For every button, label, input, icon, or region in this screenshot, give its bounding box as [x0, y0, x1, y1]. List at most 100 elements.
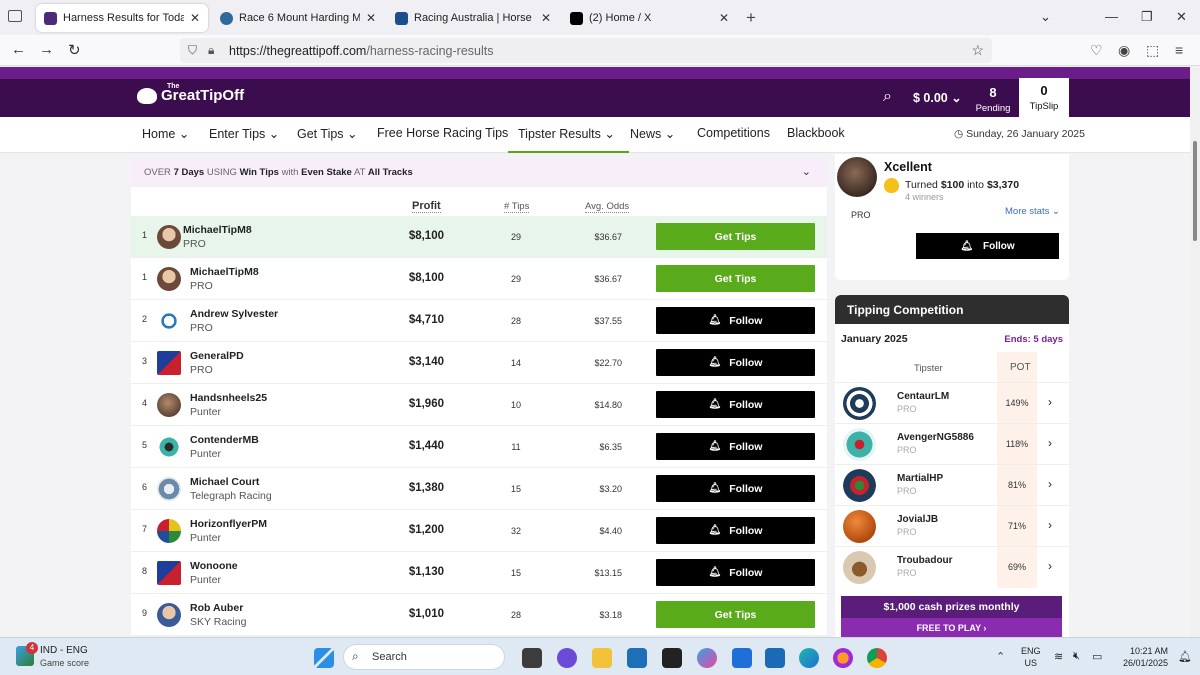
avatar[interactable]	[157, 309, 181, 333]
table-row[interactable]: 3 GeneralPD PRO $3,140 14 $22.70 🔔︎ Follo…	[131, 342, 827, 384]
tipslip-button[interactable]: 0 TipSlip	[1019, 78, 1069, 117]
nav-tipster-results[interactable]: Tipster Results ⌄	[508, 126, 629, 153]
table-row[interactable]: 1 MichaelTipM8 PRO $8,100 29 $36.67 Get …	[131, 258, 827, 300]
site-logo[interactable]: The GreatTipOff	[137, 83, 244, 104]
nav-get-tips[interactable]: Get Tips ⌄	[297, 126, 358, 141]
account-balance[interactable]: $ 0.00 ⌄	[913, 90, 962, 105]
avatar[interactable]	[157, 393, 181, 417]
follow-button[interactable]: 🔔︎ Follow	[656, 559, 815, 586]
copilot-icon[interactable]	[697, 648, 717, 668]
new-tab-button[interactable]: +	[746, 8, 756, 28]
avatar[interactable]	[157, 561, 181, 585]
follow-button[interactable]: 🔔︎ Follow	[656, 307, 815, 334]
chat-app-icon[interactable]	[557, 648, 577, 668]
cash-prizes-banner[interactable]: $1,000 cash prizes monthly	[841, 596, 1062, 618]
table-row[interactable]: 2 Andrew Sylvester PRO $4,710 28 $37.55 …	[131, 300, 827, 342]
store-icon[interactable]	[627, 648, 647, 668]
table-row[interactable]: 6 Michael Court Telegraph Racing $1,380 …	[131, 468, 827, 510]
close-tab-icon[interactable]: ✕	[190, 11, 200, 25]
nav-home[interactable]: Home ⌄	[142, 126, 189, 141]
table-row[interactable]: 4 Handsnheels25 Punter $1,960 10 $14.80 …	[131, 384, 827, 426]
close-tab-icon[interactable]: ✕	[366, 11, 376, 25]
pocket-icon[interactable]: ♡	[1090, 42, 1103, 59]
close-tab-icon[interactable]: ✕	[541, 11, 551, 25]
nav-free-horse-racing-tips[interactable]: Free Horse Racing Tips	[377, 126, 508, 140]
follow-button[interactable]: 🔔︎ Follow	[656, 391, 815, 418]
column-avg-odds[interactable]: Avg. Odds	[585, 201, 630, 213]
avatar[interactable]	[157, 351, 181, 375]
close-window-icon[interactable]: ✕	[1176, 9, 1187, 25]
extensions-icon[interactable]: ⬚	[1146, 42, 1159, 59]
column-profit[interactable]: Profit	[412, 200, 441, 213]
follow-button[interactable]: 🔔︎ Follow	[656, 475, 815, 502]
nav-news[interactable]: News ⌄	[630, 126, 675, 141]
page-scrollbar[interactable]	[1190, 67, 1200, 637]
volume-muted-icon[interactable]: 🔇︎	[1073, 650, 1080, 663]
search-icon[interactable]: ⌕	[883, 88, 892, 106]
firefox-icon[interactable]	[833, 648, 853, 668]
chevron-right-icon[interactable]: ›	[1048, 395, 1052, 409]
browser-tab-x-home[interactable]: (2) Home / X ✕	[562, 4, 737, 32]
account-icon[interactable]: ◉	[1118, 42, 1130, 59]
avatar[interactable]	[157, 225, 181, 249]
avatar[interactable]	[837, 157, 877, 197]
chevron-right-icon[interactable]: ›	[1048, 518, 1052, 532]
scrollbar-thumb[interactable]	[1193, 141, 1197, 241]
column-tips[interactable]: # Tips	[504, 201, 530, 213]
bookmark-star-icon[interactable]: ☆	[971, 42, 984, 59]
free-to-play-button[interactable]: FREE TO PLAY ›	[841, 618, 1062, 637]
table-row[interactable]: 8 Wonoone Punter $1,130 15 $13.15 🔔︎ Foll…	[131, 552, 827, 594]
follow-button[interactable]: 🔔︎ Follow	[656, 349, 815, 376]
competition-row[interactable]: JovialJB PRO 71% ›	[835, 505, 1069, 546]
avatar[interactable]	[157, 477, 181, 501]
browser-tab-harness-results[interactable]: Harness Results for Today & Yesterday ✕	[36, 4, 208, 32]
competition-row[interactable]: Troubadour PRO 69% ›	[835, 546, 1069, 587]
language-indicator[interactable]: ENG US	[1021, 645, 1041, 669]
chevron-right-icon[interactable]: ›	[1048, 477, 1052, 491]
profile-follow-button[interactable]: 🔔︎ Follow	[916, 233, 1059, 259]
chevron-right-icon[interactable]: ›	[1048, 559, 1052, 573]
avatar[interactable]	[157, 519, 181, 543]
competition-row[interactable]: AvengerNG5886 PRO 118% ›	[835, 423, 1069, 464]
back-icon[interactable]: ←	[11, 41, 26, 58]
taskbar-search[interactable]: ⌕ Search	[343, 644, 505, 670]
close-tab-icon[interactable]: ✕	[719, 11, 729, 25]
table-row[interactable]: 5 ContenderMB Punter $1,440 11 $6.35 🔔︎ F…	[131, 426, 827, 468]
get-tips-button[interactable]: Get Tips	[656, 601, 815, 628]
menu-icon[interactable]: ≡	[1175, 42, 1183, 58]
table-row[interactable]: 7 HorizonflyerPM Punter $1,200 32 $4.40 …	[131, 510, 827, 552]
tab-overview-icon[interactable]	[8, 10, 22, 22]
pending-tips[interactable]: 8 Pending	[972, 85, 1014, 114]
notifications-icon[interactable]: 🔔︎	[1178, 650, 1192, 663]
reload-icon[interactable]: ↻	[68, 41, 81, 59]
battery-icon[interactable]: ▭	[1092, 650, 1102, 663]
edge-icon[interactable]	[799, 648, 819, 668]
restore-icon[interactable]: ❐	[1141, 9, 1153, 25]
tab-list-chevron-icon[interactable]: ⌄	[1040, 9, 1051, 25]
chrome-icon[interactable]	[867, 648, 887, 668]
show-hidden-icons-icon[interactable]: ⌃	[996, 650, 1005, 663]
nav-enter-tips[interactable]: Enter Tips ⌄	[209, 126, 279, 141]
table-row[interactable]: 9 Rob Auber SKY Racing $1,010 28 $3.18 G…	[131, 594, 827, 636]
avatar[interactable]	[157, 435, 181, 459]
table-row[interactable]: 1 MichaelTipM8 PRO $8,100 29 $36.67 Get …	[131, 216, 827, 258]
chevron-down-icon[interactable]: ⌄	[802, 165, 811, 178]
file-explorer-icon[interactable]	[592, 648, 612, 668]
outlook-icon[interactable]	[765, 648, 785, 668]
task-view-icon[interactable]	[522, 648, 542, 668]
follow-button[interactable]: 🔔︎ Follow	[656, 517, 815, 544]
wifi-icon[interactable]: ≋	[1054, 650, 1063, 663]
competition-row[interactable]: CentaurLM PRO 149% ›	[835, 382, 1069, 423]
follow-button[interactable]: 🔔︎ Follow	[656, 433, 815, 460]
chevron-right-icon[interactable]: ›	[1048, 436, 1052, 450]
results-filter-bar[interactable]: OVER 7 Days USING Win Tips with Even Sta…	[131, 158, 827, 187]
lock-icon[interactable]: 🔒︎	[208, 43, 214, 58]
avatar[interactable]	[157, 603, 181, 627]
minimize-icon[interactable]: —	[1105, 9, 1118, 24]
more-stats-link[interactable]: More stats ⌄	[1005, 206, 1060, 217]
get-tips-button[interactable]: Get Tips	[656, 223, 815, 250]
widgets-button[interactable]: 4 IND - ENG Game score	[14, 642, 194, 670]
address-bar[interactable]: ⛉ 🔒︎ https://thegreattipoff.com/harness-…	[180, 38, 992, 63]
shield-icon[interactable]: ⛉	[188, 43, 197, 58]
nav-blackbook[interactable]: Blackbook	[787, 126, 845, 140]
